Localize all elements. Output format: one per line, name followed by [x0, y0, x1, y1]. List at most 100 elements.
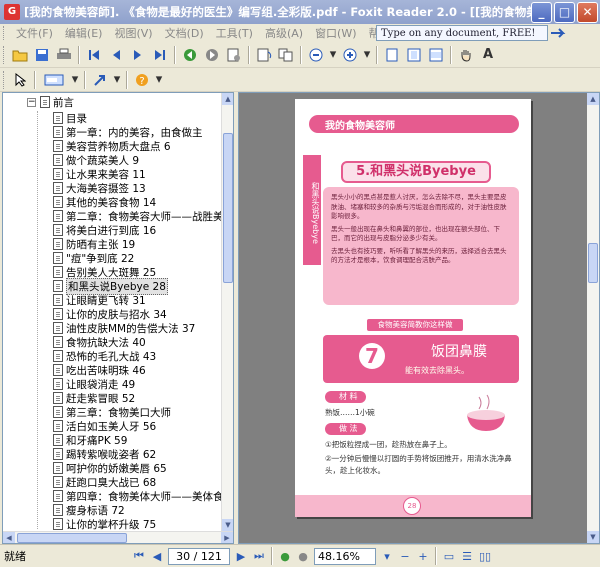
menu-file[interactable]: 文件(F): [10, 25, 59, 41]
outline-item[interactable]: 其他的美容食物 14: [53, 195, 156, 209]
bookmarks-hscrollbar[interactable]: ◀ ▶: [3, 531, 233, 543]
outline-item[interactable]: 让眼袋消走 49: [53, 377, 135, 391]
outline-item[interactable]: 赶跑口臭大战已 68: [53, 475, 156, 489]
outline-item[interactable]: 防晒有主张 19: [53, 237, 135, 251]
close-button[interactable]: ✕: [577, 1, 598, 23]
ad-banner[interactable]: Type on any document, FREE!: [376, 25, 566, 41]
first-page-icon[interactable]: [84, 45, 104, 65]
outline-item[interactable]: 食物抗缺大法 40: [53, 335, 146, 349]
last-page-icon[interactable]: ⏭: [250, 547, 268, 565]
toolbar-grip[interactable]: [3, 26, 6, 40]
menu-tools[interactable]: 工具(T): [210, 25, 259, 41]
toolbar-grip[interactable]: [3, 70, 6, 89]
open-icon[interactable]: [10, 45, 30, 65]
outline-item[interactable]: 吃出苦味明珠 46: [53, 363, 146, 377]
document-viewer[interactable]: 我的食物美容师 和黑头说Byebye 5.和黑头说Byebye 黑头小小的黑点甚…: [238, 92, 600, 544]
outline-item[interactable]: 让水果来美容 11: [53, 167, 146, 181]
outline-item[interactable]: 恐怖的毛孔大战 43: [53, 349, 156, 363]
toolbar-grip[interactable]: [3, 45, 6, 64]
menu-document[interactable]: 文档(D): [159, 25, 210, 41]
snapshot-icon[interactable]: [224, 45, 244, 65]
select-arrow-icon[interactable]: [10, 70, 30, 90]
scroll-down-icon[interactable]: ▼: [222, 519, 233, 531]
scroll-up-icon[interactable]: ▲: [587, 93, 599, 105]
forward-icon[interactable]: [202, 45, 222, 65]
zoom-in-icon[interactable]: [340, 45, 360, 65]
page-number-input[interactable]: 30 / 121: [168, 547, 230, 565]
scroll-down-icon[interactable]: ▼: [587, 531, 599, 543]
minimize-button[interactable]: _: [531, 1, 552, 23]
zoom-in-dropdown-icon[interactable]: ▾: [362, 45, 372, 65]
scroll-thumb[interactable]: [588, 243, 598, 283]
fit-width-icon[interactable]: [426, 45, 446, 65]
outline-item[interactable]: 和黑头说Byebye 28: [53, 277, 168, 295]
help-icon[interactable]: ?: [132, 70, 152, 90]
text-select-icon[interactable]: A: [478, 45, 498, 65]
zoom-level-input[interactable]: 48.16%: [314, 547, 376, 565]
scroll-left-icon[interactable]: ◀: [3, 532, 15, 543]
outline-item[interactable]: 目录: [53, 111, 87, 125]
outline-item[interactable]: 活白如玉美人牙 56: [53, 419, 156, 433]
zoom-in-icon[interactable]: +: [414, 547, 432, 565]
single-page-icon[interactable]: [382, 45, 402, 65]
outline-item[interactable]: 让你的皮肤与招水 34: [53, 307, 167, 321]
outline-item[interactable]: 油性皮肤MM的告偿大法 37: [53, 321, 195, 335]
save-icon[interactable]: [32, 45, 52, 65]
zoom-out-icon[interactable]: −: [396, 547, 414, 565]
next-page-icon[interactable]: ▶: [232, 547, 250, 565]
menu-edit[interactable]: 编辑(E): [59, 25, 109, 41]
maximize-button[interactable]: □: [554, 1, 575, 23]
next-page-icon[interactable]: [128, 45, 148, 65]
outline-item[interactable]: 让眼睛更飞转 31: [53, 293, 146, 307]
first-page-icon[interactable]: ⏮: [130, 547, 148, 565]
print-icon[interactable]: [54, 45, 74, 65]
menu-view[interactable]: 视图(V): [108, 25, 158, 41]
outline-item[interactable]: 赶走紫冒眼 52: [53, 391, 135, 405]
prev-page-icon[interactable]: [106, 45, 126, 65]
arrow-dropdown-icon[interactable]: ▾: [112, 70, 122, 90]
zoom-dropdown-icon[interactable]: ▾: [328, 45, 338, 65]
zoom-out-icon[interactable]: [306, 45, 326, 65]
back-icon[interactable]: [180, 45, 200, 65]
outline-item[interactable]: "痘"争到底 22: [53, 251, 134, 265]
form-tool-icon[interactable]: [40, 70, 68, 90]
last-page-icon[interactable]: [150, 45, 170, 65]
prev-page-icon[interactable]: ◀: [148, 547, 166, 565]
outline-item[interactable]: 将美白进行到底 16: [53, 223, 156, 237]
zoom-dropdown-icon[interactable]: ▾: [378, 547, 396, 565]
outline-item[interactable]: 第一章：内的美容，由食做主: [53, 125, 203, 139]
outline-item[interactable]: 第三章：食物美口大师: [53, 405, 171, 419]
scroll-thumb[interactable]: [223, 133, 233, 283]
outline-item[interactable]: 大海美容摄签 13: [53, 181, 146, 195]
hand-tool-icon[interactable]: [456, 45, 476, 65]
outline-item[interactable]: 让你的掌杯升级 75: [53, 517, 156, 531]
form-dropdown-icon[interactable]: ▾: [70, 70, 80, 90]
rotate-icon[interactable]: [254, 45, 274, 65]
pdf-page[interactable]: 我的食物美容师 和黑头说Byebye 5.和黑头说Byebye 黑头小小的黑点甚…: [295, 99, 531, 517]
menu-advanced[interactable]: 高级(A): [259, 25, 309, 41]
arrow-tool-icon[interactable]: [90, 70, 110, 90]
copy-icon[interactable]: [276, 45, 296, 65]
facing-view-icon[interactable]: ▯▯: [476, 547, 494, 565]
outline-item[interactable]: 瘦身标语 72: [53, 503, 125, 517]
help-dropdown-icon[interactable]: ▾: [154, 70, 164, 90]
outline-item[interactable]: 美容营养物质大盘点 6: [53, 139, 171, 153]
scroll-thumb[interactable]: [17, 533, 127, 543]
bookmarks-vscrollbar[interactable]: ▲ ▼: [221, 93, 233, 531]
back-icon[interactable]: ●: [276, 547, 294, 565]
outline-item[interactable]: 第二章：食物美容大师——战胜美容大: [53, 209, 223, 223]
document-vscrollbar[interactable]: ▲ ▼: [587, 93, 599, 543]
foxit-app-icon[interactable]: G: [4, 4, 20, 20]
outline-item[interactable]: 做个蔬菜美人 9: [53, 153, 139, 167]
collapse-icon[interactable]: −: [27, 97, 36, 107]
scroll-right-icon[interactable]: ▶: [221, 532, 233, 543]
outline-item[interactable]: 呵护你的娇嫩美唇 65: [53, 461, 167, 475]
outline-root[interactable]: − 前言: [27, 95, 74, 109]
outline-item[interactable]: 第四章：食物美体大师——美体食物+: [53, 489, 223, 503]
outline-item[interactable]: 踢转紫喉咙姿者 62: [53, 447, 156, 461]
menu-window[interactable]: 窗口(W): [309, 25, 362, 41]
single-page-view-icon[interactable]: ▭: [440, 547, 458, 565]
continuous-view-icon[interactable]: ☰: [458, 547, 476, 565]
outline-item[interactable]: 和牙痛PK 59: [53, 433, 127, 447]
forward-icon[interactable]: ●: [294, 547, 312, 565]
